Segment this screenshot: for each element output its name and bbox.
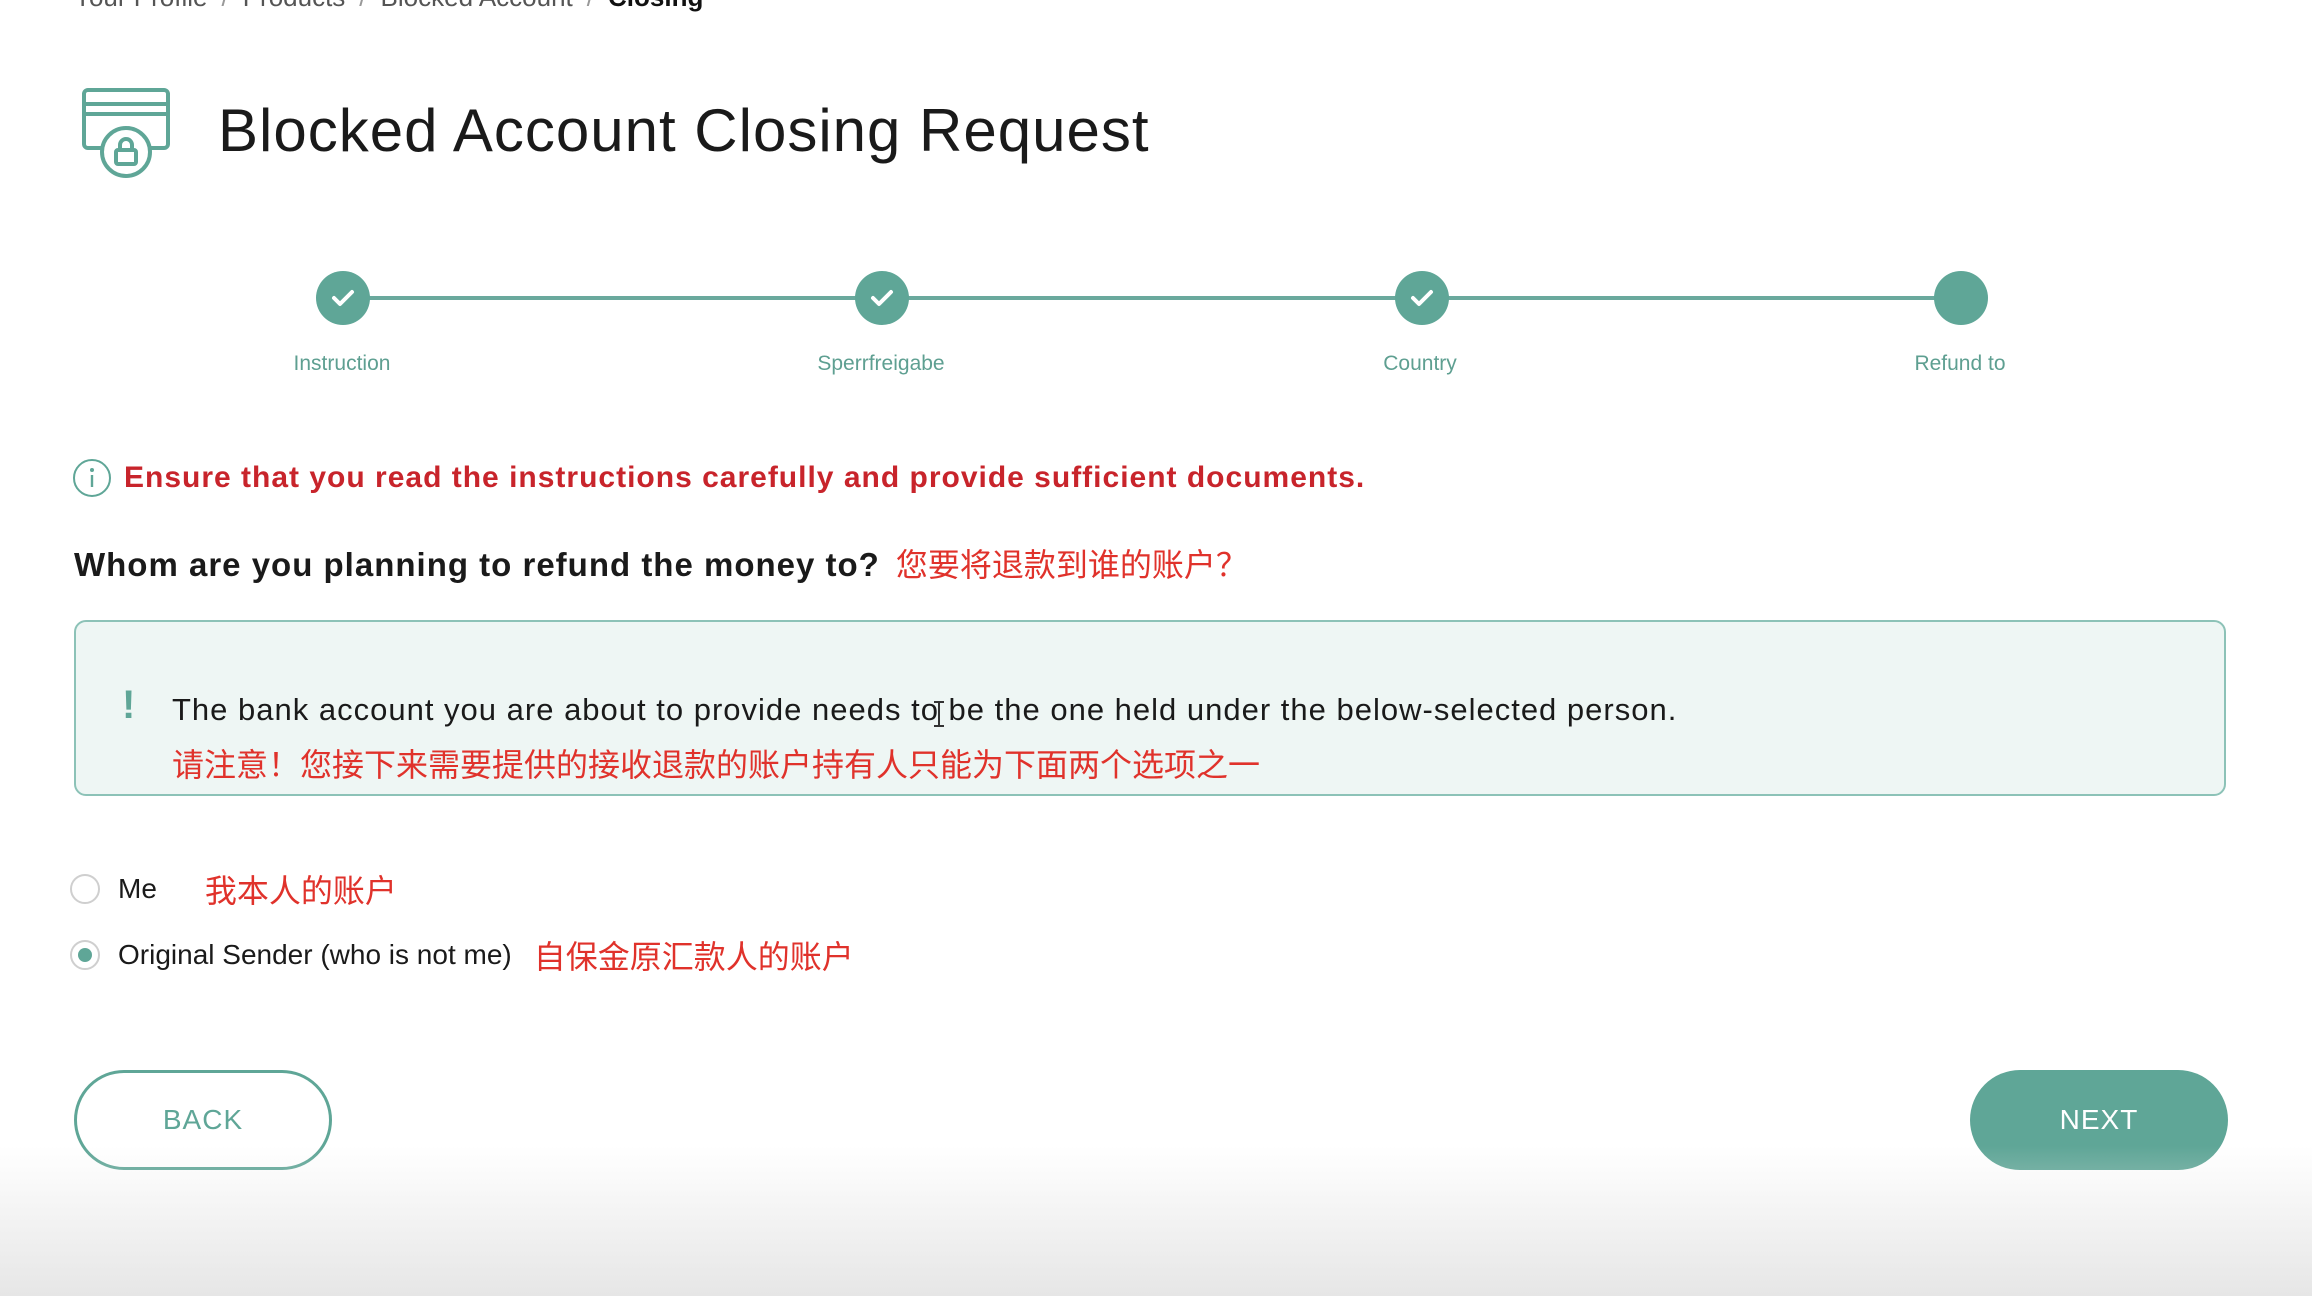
instruction-warning-text: Ensure that you read the instructions ca… xyxy=(124,461,1366,494)
option-me-label[interactable]: Me xyxy=(118,873,157,905)
step-3-label: Country xyxy=(1383,352,1457,375)
option-original-sender[interactable]: Original Sender (who is not me) 自保金原汇款人的… xyxy=(70,932,854,978)
stepper-connector xyxy=(342,296,1962,300)
instruction-warning: Ensure that you read the instructions ca… xyxy=(72,458,1365,498)
step-4-circle xyxy=(1934,271,1988,325)
exclamation-icon: ! xyxy=(122,683,136,727)
notice-box: ! The bank account you are about to prov… xyxy=(74,620,2226,796)
notice-annotation: 请注意！您接下来需要提供的接收退款的账户持有人只能为下面两个选项之一 xyxy=(172,747,1261,783)
radio-original-sender[interactable] xyxy=(70,940,100,970)
question-text: Whom are you planning to refund the mone… xyxy=(74,546,880,583)
step-2-circle xyxy=(855,271,909,325)
refund-question: Whom are you planning to refund the mone… xyxy=(74,540,1248,586)
step-1-circle xyxy=(316,271,370,325)
step-1-label: Instruction xyxy=(293,352,391,375)
question-annotation: 您要将退款到谁的账户？ xyxy=(895,547,1248,583)
step-3-circle xyxy=(1395,271,1449,325)
text-cursor-icon xyxy=(934,701,944,727)
progress-stepper: Instruction Sperrfreigabe Country Refund… xyxy=(0,0,2312,400)
option-original-sender-label[interactable]: Original Sender (who is not me) xyxy=(118,939,512,971)
checkmark-icon xyxy=(1411,290,1433,306)
checkmark-icon xyxy=(871,290,893,306)
step-2-label: Sperrfreigabe xyxy=(817,352,945,375)
checkmark-icon xyxy=(332,290,354,306)
step-4-label: Refund to xyxy=(1914,352,2006,375)
option-me[interactable]: Me 我本人的账户 xyxy=(70,866,397,912)
info-icon xyxy=(73,459,111,497)
bottom-shadow xyxy=(0,1146,2312,1296)
option-original-sender-annotation: 自保金原汇款人的账户 xyxy=(533,939,854,975)
option-me-annotation: 我本人的账户 xyxy=(204,873,397,909)
notice-text: The bank account you are about to provid… xyxy=(172,692,1678,727)
radio-me[interactable] xyxy=(70,874,100,904)
